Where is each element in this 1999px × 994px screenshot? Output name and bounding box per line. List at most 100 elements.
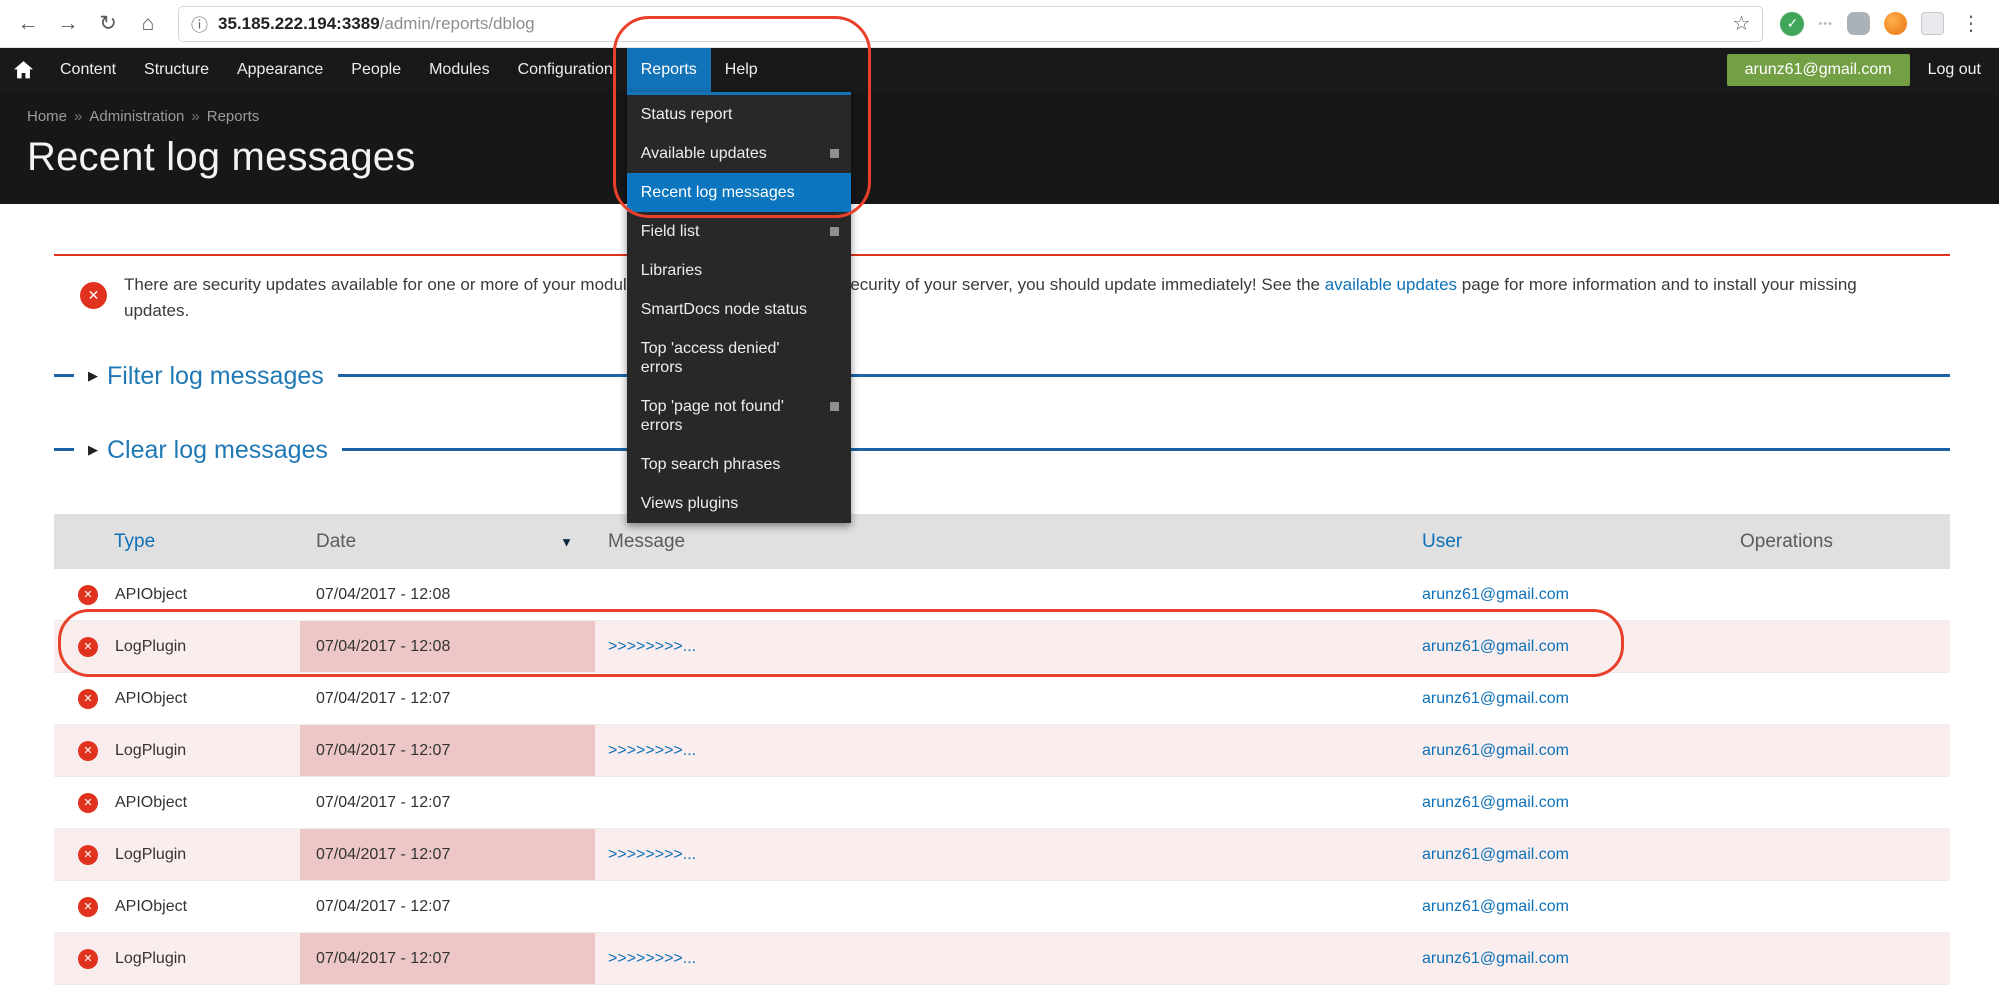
log-message-link[interactable]: >>>>>>>>... [608,638,696,655]
url-path: /admin/reports/dblog [380,14,535,33]
menu-item-label: Libraries [641,262,702,279]
log-user-link[interactable]: arunz61@gmail.com [1422,690,1569,707]
log-message-cell [595,985,1410,994]
admin-menu-item-modules[interactable]: Modules [415,48,503,92]
extension-check-icon[interactable]: ✓ [1780,12,1804,36]
menu-item-recent-log-messages[interactable]: Recent log messages [627,173,851,212]
log-user-link[interactable]: arunz61@gmail.com [1422,950,1569,967]
menu-item-indicator [830,227,839,236]
menu-item-label: Views plugins [641,495,739,512]
log-user-link[interactable]: arunz61@gmail.com [1422,898,1569,915]
error-icon: ✕ [78,689,98,709]
table-row: ✕APIObject 07/04/2017 - 12:07 arunz61@gm… [54,777,1950,829]
main-content: ✕ There are security updates available f… [0,254,1999,994]
menu-item-top-search-phrases[interactable]: Top search phrases [627,445,851,484]
admin-toolbar-right: arunz61@gmail.com Log out [1727,54,1999,86]
menu-item-smartdocs-node-status[interactable]: SmartDocs node status [627,290,851,329]
bookmark-star-icon[interactable]: ☆ [1733,11,1751,36]
log-message-link[interactable]: >>>>>>>>... [608,846,696,863]
extension-dots-icon[interactable]: ••• [1818,18,1833,30]
error-icon: ✕ [78,897,98,917]
log-message-link[interactable]: >>>>>>>>... [608,742,696,759]
menu-item-libraries[interactable]: Libraries [627,251,851,290]
extension-circle-icon[interactable] [1884,12,1907,35]
date-header-label: Date [316,531,356,552]
clear-fieldset-label: Clear log messages [107,436,328,465]
menu-item-top-access-denied-errors[interactable]: Top 'access denied' errors [627,329,851,387]
admin-menu-item-people[interactable]: People [337,48,415,92]
menu-item-available-updates[interactable]: Available updates [627,134,851,173]
menu-item-label: Top 'page not found' errors [641,398,784,434]
date-header-active-sort[interactable]: Date▼ [300,514,595,569]
error-message-text: There are security updates available for… [124,272,1920,324]
user-header: User [1410,514,1720,569]
error-icon: ✕ [78,845,98,865]
log-message-cell: >>>>>>>>... [595,621,1410,673]
clear-fieldset-toggle[interactable]: ▶ Clear log messages [74,426,342,474]
log-date: 07/04/2017 - 12:08 [300,621,595,673]
account-badge[interactable]: arunz61@gmail.com [1727,54,1910,86]
menu-item-top-page-not-found-errors[interactable]: Top 'page not found' errors [627,387,851,445]
log-user-link[interactable]: arunz61@gmail.com [1422,638,1569,655]
breadcrumb-home[interactable]: Home [27,108,67,125]
admin-menu-item-structure[interactable]: Structure [130,48,223,92]
table-row: ✕APIObject 07/04/2017 - 12:07 arunz61@gm… [54,881,1950,933]
log-operations [1720,881,1950,933]
breadcrumb-separator: » [74,108,82,125]
log-user-link[interactable]: arunz61@gmail.com [1422,742,1569,759]
sort-type-link[interactable]: Type [114,531,155,552]
log-user-link[interactable]: arunz61@gmail.com [1422,794,1569,811]
admin-menu-item-appearance[interactable]: Appearance [223,48,337,92]
admin-menu-item-content[interactable]: Content [46,48,130,92]
menu-item-status-report[interactable]: Status report [627,95,851,134]
log-user-cell: arunz61@gmail.com [1410,881,1720,933]
admin-menu-item-help[interactable]: Help [711,48,772,92]
type-header: Type [54,514,300,569]
menu-item-views-plugins[interactable]: Views plugins [627,484,851,523]
log-type: APIObject [115,898,187,915]
table-row: ✕APIObject 07/04/2017 - 12:07 arunz61@gm… [54,673,1950,725]
admin-home-icon[interactable] [0,48,46,92]
filter-fieldset-label: Filter log messages [107,362,324,391]
breadcrumb-reports[interactable]: Reports [207,108,260,125]
admin-toolbar: ContentStructureAppearancePeopleModulesC… [0,48,1999,92]
extension-square-icon[interactable] [1921,12,1944,35]
url-text: 35.185.222.194:3389/admin/reports/dblog [218,14,535,34]
log-date: 07/04/2017 - 12:07 [300,985,595,994]
browser-menu-icon[interactable]: ⋮ [1953,6,1989,42]
log-message-cell [595,777,1410,829]
browser-home-icon[interactable]: ⌂ [130,6,166,42]
forward-icon[interactable]: → [50,6,86,42]
error-icon: ✕ [78,585,98,605]
log-user-link[interactable]: arunz61@gmail.com [1422,586,1569,603]
extension-shape-icon[interactable] [1847,12,1870,35]
log-type-cell: ✕APIObject [54,777,300,829]
logout-link[interactable]: Log out [1928,61,1981,79]
reload-icon[interactable]: ↻ [90,6,126,42]
log-type-cell: ✕ APIObject [54,881,300,933]
breadcrumb-administration[interactable]: Administration [89,108,184,125]
available-updates-link[interactable]: available updates [1325,275,1457,294]
browser-toolbar: ← → ↻ ⌂ ⓘ 35.185.222.194:3389/admin/repo… [0,0,1999,48]
log-operations [1720,621,1950,673]
log-user-link[interactable]: arunz61@gmail.com [1422,846,1569,863]
log-type-cell: ✕ LogPlugin [54,829,300,881]
log-message-link[interactable]: >>>>>>>>... [608,950,696,967]
filter-fieldset-toggle[interactable]: ▶ Filter log messages [74,352,338,400]
address-bar[interactable]: ⓘ 35.185.222.194:3389/admin/reports/dblo… [178,6,1763,42]
clear-fieldset: ▶ Clear log messages [54,426,1950,474]
page-info-icon[interactable]: ⓘ [191,11,208,36]
operations-header: Operations [1720,514,1950,569]
sort-user-link[interactable]: User [1422,531,1462,552]
log-user-cell: arunz61@gmail.com [1410,933,1720,985]
log-type-cell: ✕APIObject [54,673,300,725]
admin-menu-item-reports[interactable]: Reports [627,48,711,92]
log-type: LogPlugin [115,846,186,863]
error-icon: ✕ [78,741,98,761]
admin-menu: ContentStructureAppearancePeopleModulesC… [46,48,772,92]
screen: ← → ↻ ⌂ ⓘ 35.185.222.194:3389/admin/repo… [0,0,1999,994]
menu-item-field-list[interactable]: Field list [627,212,851,251]
error-icon: ✕ [78,637,98,657]
back-icon[interactable]: ← [10,6,46,42]
admin-menu-item-configuration[interactable]: Configuration [504,48,627,92]
